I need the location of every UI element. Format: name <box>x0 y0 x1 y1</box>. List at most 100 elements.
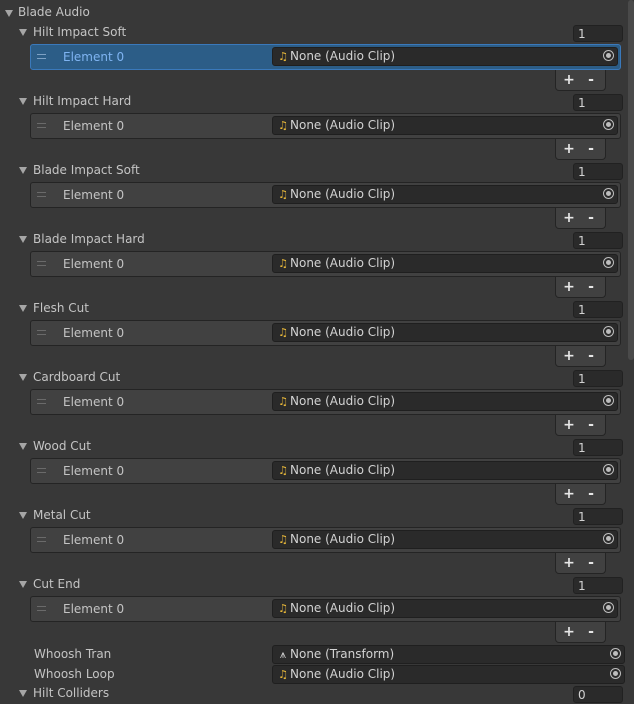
whoosh-loop-field[interactable]: ♫ None (Audio Clip) <box>272 665 625 684</box>
add-element-button[interactable]: + <box>559 278 579 296</box>
object-picker-icon[interactable] <box>603 533 614 544</box>
list-element-row[interactable]: Element 0 ♫ None (Audio Clip) <box>30 389 621 415</box>
list-size-field[interactable]: 1 <box>573 508 623 525</box>
foldout-arrow-icon[interactable] <box>19 98 27 105</box>
list-element-row[interactable]: Element 0 ♫ None (Audio Clip) <box>30 251 621 277</box>
object-picker-icon[interactable] <box>603 464 614 475</box>
add-element-button[interactable]: + <box>559 71 579 89</box>
object-picker-icon[interactable] <box>603 257 614 268</box>
list-label-hilt-impact-hard[interactable]: Hilt Impact Hard <box>33 92 131 110</box>
list-element-row[interactable]: Element 0 ♫ None (Audio Clip) <box>30 182 621 208</box>
drag-handle-icon[interactable] <box>37 330 46 335</box>
audio-clip-icon: ♫ <box>278 533 288 546</box>
drag-handle-icon[interactable] <box>37 261 46 266</box>
list-label-cardboard-cut[interactable]: Cardboard Cut <box>33 368 120 386</box>
list-size-field[interactable]: 1 <box>573 163 623 180</box>
object-picker-icon[interactable] <box>610 668 621 679</box>
remove-element-button[interactable]: - <box>581 209 601 227</box>
list-label-cut-end[interactable]: Cut End <box>33 575 80 593</box>
add-element-button[interactable]: + <box>559 416 579 434</box>
audio-clip-icon: ♫ <box>278 668 288 681</box>
foldout-arrow-icon[interactable] <box>19 236 27 243</box>
audio-clip-icon: ♫ <box>278 464 288 477</box>
object-picker-icon[interactable] <box>603 395 614 406</box>
foldout-arrow-icon[interactable] <box>19 512 27 519</box>
list-element-row[interactable]: Element 0 ♫ None (Audio Clip) <box>30 113 621 139</box>
list-size-field[interactable]: 1 <box>573 301 623 318</box>
list-label-blade-impact-hard[interactable]: Blade Impact Hard <box>33 230 145 248</box>
drag-handle-icon[interactable] <box>37 123 46 128</box>
audio-clip-icon: ♫ <box>278 119 288 132</box>
list-label-metal-cut[interactable]: Metal Cut <box>33 506 91 524</box>
audio-clip-value: None (Audio Clip) <box>290 49 396 63</box>
list-size-field[interactable]: 1 <box>573 439 623 456</box>
remove-element-button[interactable]: - <box>581 416 601 434</box>
foldout-arrow-icon[interactable] <box>5 10 13 17</box>
hilt-colliders-label[interactable]: Hilt Colliders <box>33 684 109 702</box>
foldout-arrow-icon[interactable] <box>19 167 27 174</box>
list-size-field[interactable]: 1 <box>573 25 623 42</box>
foldout-arrow-icon[interactable] <box>19 443 27 450</box>
foldout-arrow-icon[interactable] <box>19 374 27 381</box>
foldout-arrow-icon[interactable] <box>19 305 27 312</box>
remove-element-button[interactable]: - <box>581 623 601 641</box>
add-element-button[interactable]: + <box>559 140 579 158</box>
foldout-arrow-icon[interactable] <box>19 581 27 588</box>
add-element-button[interactable]: + <box>559 485 579 503</box>
blade-audio-header[interactable]: Blade Audio <box>18 3 90 21</box>
list-element-row[interactable]: Element 0 ♫ None (Audio Clip) <box>30 527 621 553</box>
list-label-flesh-cut[interactable]: Flesh Cut <box>33 299 89 317</box>
element-label: Element 0 <box>63 50 125 64</box>
object-picker-icon[interactable] <box>603 188 614 199</box>
add-element-button[interactable]: + <box>559 209 579 227</box>
audio-clip-field[interactable]: ♫ None (Audio Clip) <box>272 461 618 480</box>
audio-clip-field[interactable]: ♫ None (Audio Clip) <box>272 530 618 549</box>
audio-clip-field[interactable]: ♫ None (Audio Clip) <box>272 599 618 618</box>
remove-element-button[interactable]: - <box>581 140 601 158</box>
list-element-row[interactable]: Element 0 ♫ None (Audio Clip) <box>30 320 621 346</box>
add-element-button[interactable]: + <box>559 347 579 365</box>
list-label-blade-impact-soft[interactable]: Blade Impact Soft <box>33 161 140 179</box>
drag-handle-icon[interactable] <box>37 192 46 197</box>
list-element-row[interactable]: Element 0 ♫ None (Audio Clip) <box>30 44 621 70</box>
list-element-row[interactable]: Element 0 ♫ None (Audio Clip) <box>30 458 621 484</box>
add-remove-buttons: + - <box>555 415 606 436</box>
list-label-wood-cut[interactable]: Wood Cut <box>33 437 91 455</box>
object-picker-icon[interactable] <box>603 50 614 61</box>
whoosh-tran-field[interactable]: ⩚ None (Transform) <box>272 645 625 664</box>
scrollbar[interactable] <box>628 0 634 360</box>
list-element-row[interactable]: Element 0 ♫ None (Audio Clip) <box>30 596 621 622</box>
drag-handle-icon[interactable] <box>37 537 46 542</box>
hilt-colliders-count[interactable]: 0 <box>573 686 623 703</box>
audio-clip-field[interactable]: ♫ None (Audio Clip) <box>272 323 618 342</box>
remove-element-button[interactable]: - <box>581 554 601 572</box>
foldout-arrow-icon[interactable] <box>19 690 27 697</box>
audio-clip-field[interactable]: ♫ None (Audio Clip) <box>272 185 618 204</box>
add-element-button[interactable]: + <box>559 554 579 572</box>
audio-clip-field[interactable]: ♫ None (Audio Clip) <box>272 116 618 135</box>
audio-clip-icon: ♫ <box>278 395 288 408</box>
foldout-arrow-icon[interactable] <box>19 29 27 36</box>
audio-clip-field[interactable]: ♫ None (Audio Clip) <box>272 392 618 411</box>
drag-handle-icon[interactable] <box>37 54 46 59</box>
list-size-field[interactable]: 1 <box>573 577 623 594</box>
audio-clip-field[interactable]: ♫ None (Audio Clip) <box>272 254 618 273</box>
audio-clip-field[interactable]: ♫ None (Audio Clip) <box>272 47 618 66</box>
list-size-field[interactable]: 1 <box>573 232 623 249</box>
drag-handle-icon[interactable] <box>37 399 46 404</box>
drag-handle-icon[interactable] <box>37 606 46 611</box>
remove-element-button[interactable]: - <box>581 71 601 89</box>
object-picker-icon[interactable] <box>603 119 614 130</box>
object-picker-icon[interactable] <box>603 602 614 613</box>
drag-handle-icon[interactable] <box>37 468 46 473</box>
list-size-field[interactable]: 1 <box>573 370 623 387</box>
list-label-hilt-impact-soft[interactable]: Hilt Impact Soft <box>33 23 126 41</box>
list-size-field[interactable]: 1 <box>573 94 623 111</box>
remove-element-button[interactable]: - <box>581 278 601 296</box>
object-picker-icon[interactable] <box>603 326 614 337</box>
element-label: Element 0 <box>63 119 125 133</box>
remove-element-button[interactable]: - <box>581 485 601 503</box>
object-picker-icon[interactable] <box>610 648 621 659</box>
add-element-button[interactable]: + <box>559 623 579 641</box>
remove-element-button[interactable]: - <box>581 347 601 365</box>
